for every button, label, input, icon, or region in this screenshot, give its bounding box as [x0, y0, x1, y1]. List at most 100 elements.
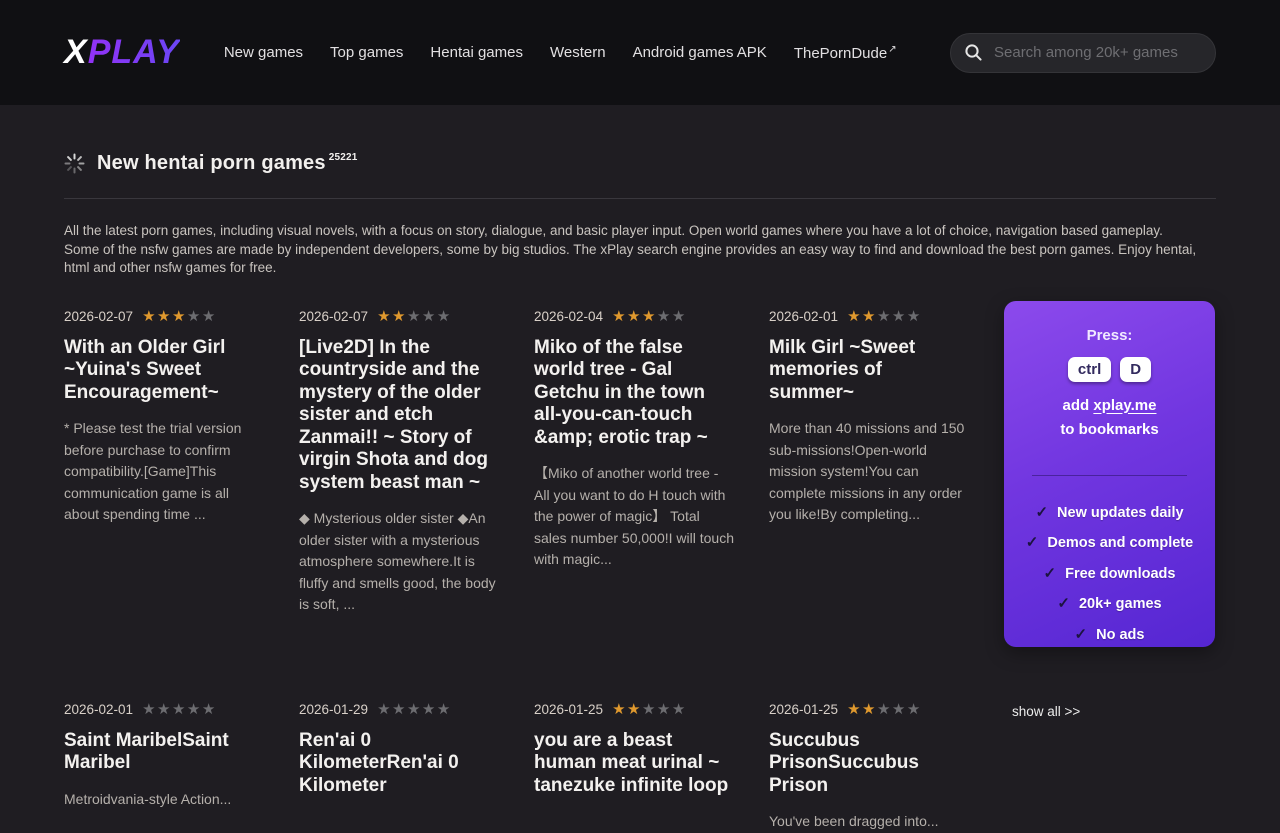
page-title: New hentai porn games25221	[97, 152, 358, 175]
star-icon: ★	[907, 308, 922, 325]
star-icon: ★	[142, 308, 157, 325]
promo-press-label: Press:	[1018, 327, 1201, 344]
nav-item[interactable]: ThePornDude↗	[794, 44, 897, 62]
bookmark-promo-card: Press: ctrlD add xplay.me to bookmarks ✓…	[1004, 301, 1215, 647]
spinner-icon	[64, 153, 85, 174]
nav-item[interactable]: Top games	[330, 44, 403, 61]
star-icon: ★	[422, 701, 437, 718]
game-meta-row: 2026-02-01 ★★★★★	[64, 702, 264, 717]
game-card[interactable]: 2026-01-25 ★★★★★ Succubus PrisonSuccubus…	[769, 702, 969, 833]
site-logo[interactable]: XPLAY	[64, 33, 180, 72]
star-icon: ★	[877, 308, 892, 325]
game-card[interactable]: 2026-02-01 ★★★★★ Milk Girl ~Sweet memori…	[769, 309, 969, 702]
star-icon: ★	[657, 701, 672, 718]
game-card[interactable]: 2026-01-25 ★★★★★ you are a beast human m…	[534, 702, 734, 833]
checkmark-icon: ✓	[1026, 533, 1039, 551]
nav-item[interactable]: Western	[550, 44, 606, 61]
promo-feature-label: No ads	[1096, 627, 1144, 643]
game-rating: ★★★★★	[847, 309, 922, 324]
game-title[interactable]: you are a beast human meat urinal ~ tane…	[534, 730, 734, 798]
star-icon: ★	[157, 701, 172, 718]
promo-feature-label: 20k+ games	[1079, 596, 1162, 612]
star-icon: ★	[392, 701, 407, 718]
game-title[interactable]: Ren'ai 0 KilometerRen'ai 0 Kilometer	[299, 730, 499, 798]
page-heading-row: New hentai porn games25221	[64, 152, 1216, 175]
game-date: 2026-01-25	[534, 702, 603, 717]
game-description: * Please test the trial version before p…	[64, 418, 264, 526]
star-icon: ★	[377, 308, 392, 325]
game-rating: ★★★★★	[142, 309, 217, 324]
game-title[interactable]: Miko of the false world tree - Gal Getch…	[534, 337, 734, 450]
game-date: 2026-02-01	[769, 309, 838, 324]
star-icon: ★	[862, 308, 877, 325]
game-description: You've been dragged into...	[769, 811, 969, 833]
heading-divider	[64, 198, 1216, 199]
checkmark-icon: ✓	[1044, 564, 1057, 582]
game-title[interactable]: With an Older Girl ~Yuina's Sweet Encour…	[64, 337, 264, 405]
show-all-link[interactable]: show all >>	[1004, 702, 1080, 719]
star-icon: ★	[627, 308, 642, 325]
checkmark-icon: ✓	[1075, 625, 1088, 643]
main-content: New hentai porn games25221 All the lates…	[0, 152, 1280, 833]
game-card[interactable]: 2026-02-07 ★★★★★ With an Older Girl ~Yui…	[64, 309, 264, 702]
star-icon: ★	[892, 308, 907, 325]
promo-features-list: ✓New updates daily✓Demos and complete✓Fr…	[1018, 503, 1201, 643]
star-icon: ★	[612, 308, 627, 325]
intro-line: All the latest porn games, including vis…	[64, 222, 1216, 241]
main-nav: New games Top games Hentai games Western And…	[224, 44, 897, 62]
game-meta-row: 2026-01-25 ★★★★★	[769, 702, 969, 717]
logo-play: PLAY	[88, 33, 180, 71]
logo-x: X	[64, 33, 88, 71]
game-meta-row: 2026-02-04 ★★★★★	[534, 309, 734, 324]
search-input[interactable]	[992, 43, 1207, 62]
star-icon: ★	[422, 308, 437, 325]
star-icon: ★	[847, 308, 862, 325]
game-card[interactable]: 2026-01-29 ★★★★★ Ren'ai 0 KilometerRen'a…	[299, 702, 499, 833]
game-rating: ★★★★★	[612, 702, 687, 717]
game-description: Metroidvania-style Action...	[64, 789, 264, 811]
game-card[interactable]: 2026-02-04 ★★★★★ Miko of the false world…	[534, 309, 734, 702]
star-icon: ★	[172, 701, 187, 718]
promo-add-line: add xplay.me	[1018, 397, 1201, 414]
star-icon: ★	[642, 701, 657, 718]
promo-feature-label: Demos and complete	[1047, 535, 1193, 551]
game-rating: ★★★★★	[612, 309, 687, 324]
game-card[interactable]: 2026-02-07 ★★★★★ [Live2D] In the country…	[299, 309, 499, 702]
nav-item[interactable]: New games	[224, 44, 303, 61]
checkmark-icon: ✓	[1057, 594, 1070, 612]
site-link[interactable]: xplay.me	[1093, 397, 1156, 414]
game-card[interactable]: 2026-02-01 ★★★★★ Saint MaribelSaint Mari…	[64, 702, 264, 833]
star-icon: ★	[392, 308, 407, 325]
game-meta-row: 2026-01-25 ★★★★★	[534, 702, 734, 717]
star-icon: ★	[892, 701, 907, 718]
promo-feature-label: New updates daily	[1057, 505, 1184, 521]
star-icon: ★	[187, 701, 202, 718]
game-title[interactable]: Saint MaribelSaint Maribel	[64, 730, 264, 775]
game-title[interactable]: Succubus PrisonSuccubus Prison	[769, 730, 969, 798]
star-icon: ★	[157, 308, 172, 325]
promo-feature-item: ✓ Demos and complete	[1018, 533, 1201, 551]
game-title[interactable]: Milk Girl ~Sweet memories of summer~	[769, 337, 969, 405]
game-title[interactable]: [Live2D] In the countryside and the myst…	[299, 337, 499, 495]
games-count-badge: 25221	[329, 152, 358, 163]
star-icon: ★	[437, 308, 452, 325]
nav-item[interactable]: Hentai games	[430, 44, 523, 61]
promo-keys: ctrlD	[1018, 357, 1201, 382]
game-rating: ★★★★★	[142, 702, 217, 717]
game-description: ◆ Mysterious older sister ◆An older sist…	[299, 508, 499, 616]
nav-item[interactable]: Android games APK	[633, 44, 767, 61]
search-bar[interactable]	[950, 33, 1216, 73]
game-meta-row: 2026-02-07 ★★★★★	[64, 309, 264, 324]
game-description: 【Miko of another world tree - All you wa…	[534, 463, 734, 571]
game-rating: ★★★★★	[377, 702, 452, 717]
game-date: 2026-02-07	[64, 309, 133, 324]
promo-feature-item: ✓ No ads	[1018, 625, 1201, 643]
external-link-icon: ↗	[888, 44, 896, 55]
game-date: 2026-02-01	[64, 702, 133, 717]
star-icon: ★	[437, 701, 452, 718]
game-meta-row: 2026-02-07 ★★★★★	[299, 309, 499, 324]
promo-feature-item: ✓New updates daily	[1018, 503, 1201, 521]
star-icon: ★	[202, 308, 217, 325]
star-icon: ★	[672, 701, 687, 718]
game-rating: ★★★★★	[377, 309, 452, 324]
